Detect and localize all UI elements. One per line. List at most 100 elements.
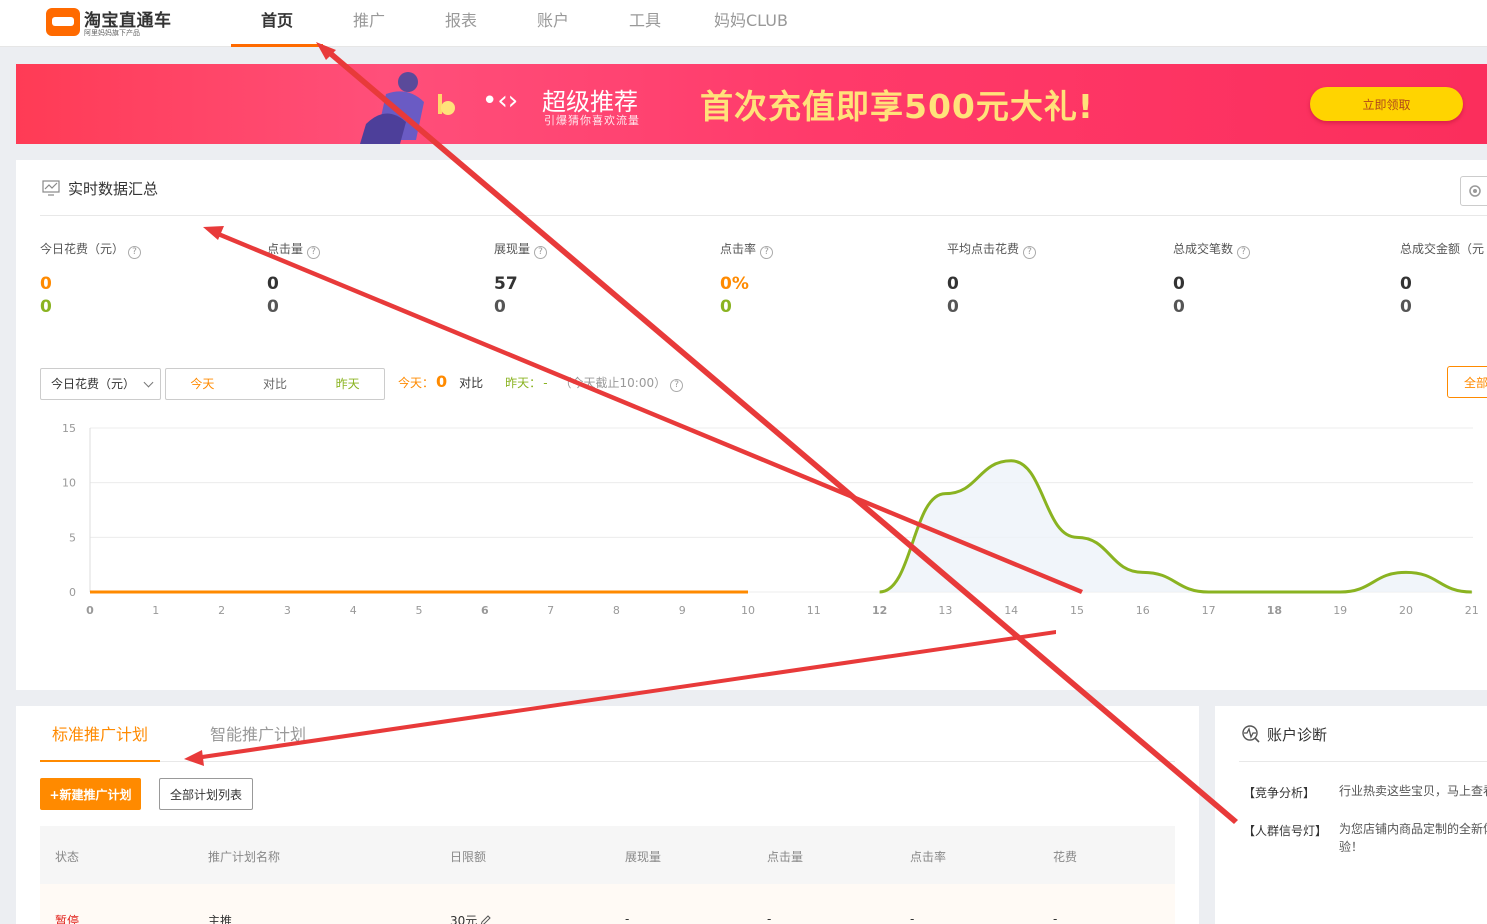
metric-total-orders: 总成交笔数? 0 0 <box>1173 240 1399 320</box>
row-status[interactable]: 暂停 <box>55 912 79 924</box>
x-tick-label: 7 <box>547 604 554 617</box>
metric-today-cost: 今日花费（元）? 0 0 <box>40 240 266 320</box>
metric-today-value: 0 <box>1173 274 1185 294</box>
column-clicks: 点击量 <box>767 850 804 864</box>
metric-ctr: 点击率? 0% 0 <box>720 240 946 320</box>
segment-yesterday[interactable]: 昨天 <box>311 369 384 399</box>
column-impressions: 展现量 <box>625 850 662 864</box>
diagnosis-text-crowd-signal-line2[interactable]: 验！ <box>1339 838 1363 856</box>
tab-standard-plans[interactable]: 标准推广计划 <box>40 722 160 762</box>
x-tick-label: 4 <box>350 604 357 617</box>
nav-item-reports[interactable]: 报表 <box>415 0 507 47</box>
column-ctr: 点击率 <box>910 850 947 864</box>
nav-item-home[interactable]: 首页 <box>231 0 323 47</box>
metric-avg-cpc: 平均点击花费? 0 0 <box>947 240 1173 320</box>
x-tick-label: 15 <box>1070 604 1084 617</box>
metric-today-value: 0 <box>40 274 52 294</box>
monitor-chart-icon <box>42 180 60 196</box>
help-icon[interactable]: ? <box>760 246 774 259</box>
settings-button[interactable] <box>1460 176 1487 206</box>
help-icon[interactable]: ? <box>1023 246 1037 259</box>
claim-now-button[interactable]: 立即领取 <box>1310 87 1463 121</box>
row-cost: - <box>1053 912 1058 924</box>
nav-item-mama-club[interactable]: 妈妈CLUB <box>691 0 811 47</box>
column-status: 状态 <box>55 850 80 864</box>
metric-label: 总成交笔数 <box>1173 242 1234 256</box>
y-tick-label: 5 <box>69 531 76 544</box>
row-budget-value: 30元 <box>450 914 478 924</box>
logo-car-icon <box>46 8 80 36</box>
metric-yesterday-value: 0 <box>267 297 279 317</box>
x-tick-label: 18 <box>1267 604 1282 617</box>
row-ctr: - <box>910 912 915 924</box>
x-tick-label: 2 <box>218 604 225 617</box>
x-tick-label: 14 <box>1004 604 1018 617</box>
nav-item-promotion[interactable]: 推广 <box>323 0 415 47</box>
x-tick-label: 20 <box>1399 604 1413 617</box>
metric-today-value: 0 <box>947 274 959 294</box>
diagnosis-title: 账户诊断 <box>1267 726 1328 744</box>
metric-label: 总成交金额（元 <box>1400 242 1485 256</box>
help-icon[interactable]: ? <box>128 246 142 259</box>
column-cost: 花费 <box>1053 850 1078 864</box>
segment-today[interactable]: 今天 <box>166 369 239 399</box>
metric-yesterday-value: 0 <box>40 297 52 317</box>
main-nav: 首页 推广 报表 账户 工具 妈妈CLUB <box>231 0 811 47</box>
metric-yesterday-value: 0 <box>494 297 506 317</box>
all-plans-list-button[interactable]: 全部计划列表 <box>159 778 253 810</box>
x-tick-label: 9 <box>679 604 686 617</box>
segment-compare[interactable]: 对比 <box>239 369 312 399</box>
diagnosis-text-crowd-signal-line1[interactable]: 为您店铺内商品定制的全新体 <box>1339 820 1487 838</box>
diagnosis-tag-crowd-signal[interactable]: 【人群信号灯】 <box>1243 822 1327 839</box>
metric-yesterday-value: 0 <box>1173 297 1185 317</box>
x-tick-label: 6 <box>481 604 489 617</box>
promotion-plans-card: 标准推广计划 智能推广计划 +新建推广计划 全部计划列表 状态 推广计划名称 日… <box>16 706 1199 924</box>
help-icon[interactable]: ? <box>1237 246 1251 259</box>
logo[interactable]: 淘宝直通车 阿里妈妈旗下产品 <box>46 6 186 40</box>
all-metrics-button[interactable]: 全部 <box>1447 366 1487 398</box>
metric-select-value: 今日花费（元） <box>51 377 136 391</box>
x-tick-label: 13 <box>938 604 952 617</box>
column-plan-name: 推广计划名称 <box>208 850 281 864</box>
edit-pencil-icon[interactable] <box>480 915 491 924</box>
banner-illustration-icon <box>360 72 455 144</box>
super-recommend-logo-icon: •‹› <box>482 86 519 116</box>
chevron-down-icon <box>143 377 154 388</box>
help-icon[interactable]: ? <box>534 246 548 259</box>
super-recommend-brand: •‹› 超级推荐 引爆猜你喜欢流量 <box>482 80 662 130</box>
summary-yesterday-label: 昨天： <box>505 376 542 390</box>
realtime-line-chart: 0510150 1 2 3 4 5 6 7 8 9 10 11 12 13 14 15 16 17 18 19 20 21 <box>62 422 1479 617</box>
x-tick-label: 8 <box>613 604 620 617</box>
metric-label: 展现量 <box>494 242 531 256</box>
realtime-title: 实时数据汇总 <box>68 180 159 198</box>
x-tick-label: 21 <box>1465 604 1479 617</box>
metric-yesterday-value: 0 <box>1400 297 1412 317</box>
series-area-yesterday <box>879 460 1472 592</box>
help-icon[interactable]: ? <box>670 379 684 392</box>
row-plan-name[interactable]: 主推 <box>208 912 232 924</box>
diagnosis-text-competition[interactable]: 行业热卖这些宝贝，马上查看 <box>1339 782 1487 800</box>
new-plan-button[interactable]: +新建推广计划 <box>40 778 141 810</box>
summary-today-label: 今天： <box>398 376 435 390</box>
x-tick-label: 0 <box>86 604 94 617</box>
x-tick-label: 17 <box>1202 604 1216 617</box>
plan-tabs: 标准推广计划 智能推广计划 <box>40 722 1175 762</box>
nav-item-account[interactable]: 账户 <box>507 0 599 47</box>
top-navigation-bar: 淘宝直通车 阿里妈妈旗下产品 首页 推广 报表 账户 工具 妈妈CLUB <box>0 0 1487 47</box>
metric-today-value: 57 <box>494 274 518 294</box>
metric-label: 点击量 <box>267 242 304 256</box>
diagnosis-tag-competition[interactable]: 【竞争分析】 <box>1243 784 1315 801</box>
tab-smart-plans[interactable]: 智能推广计划 <box>210 722 306 762</box>
nav-item-tools[interactable]: 工具 <box>599 0 691 47</box>
table-row[interactable]: 暂停 主推 30元 - - - - <box>40 884 1175 924</box>
metric-label: 点击率 <box>720 242 757 256</box>
y-tick-label: 15 <box>62 422 76 435</box>
column-daily-budget: 日限额 <box>450 850 487 864</box>
help-icon[interactable]: ? <box>307 246 321 259</box>
metric-label: 今日花费（元） <box>40 242 125 256</box>
metric-select[interactable]: 今日花费（元） <box>40 368 161 400</box>
metric-today-value: 0% <box>720 274 749 294</box>
metric-label: 平均点击花费 <box>947 242 1020 256</box>
gear-icon <box>1469 185 1481 197</box>
promo-banner[interactable]: •‹› 超级推荐 引爆猜你喜欢流量 首次充值即享500元大礼! 立即领取 <box>16 64 1487 144</box>
